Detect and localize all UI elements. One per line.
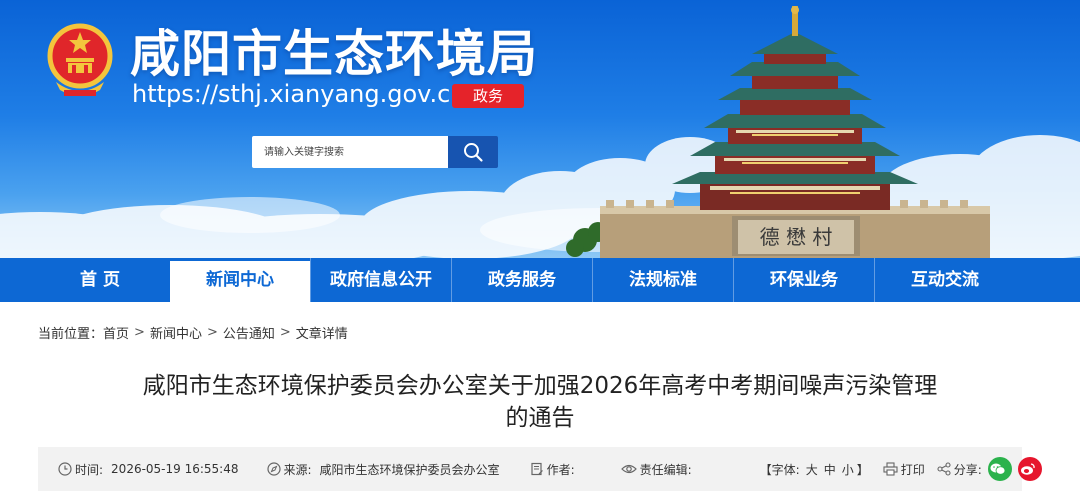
nav-item-news[interactable]: 新闻中心 [170, 258, 310, 302]
breadcrumb-link-notices[interactable]: 公告通知 [223, 323, 275, 342]
publish-time: 时间: 2026-05-19 16:55:48 [58, 461, 239, 478]
nav-item-gov-info[interactable]: 政府信息公开 [311, 258, 451, 302]
national-emblem-icon [47, 23, 113, 96]
main-nav: 首 页 新闻中心 政府信息公开 政务服务 法规标准 环保业务 互动交流 [0, 258, 1080, 302]
share-group: 分享: [937, 457, 1042, 481]
share-wechat-button[interactable] [987, 457, 1012, 481]
breadcrumb-separator: > [134, 325, 145, 340]
font-medium-button[interactable]: 中 [824, 461, 836, 478]
header-banner: 德 懋 村 咸阳市生态环境局 https://sthj.xianyang.gov… [0, 0, 1080, 258]
breadcrumb-current: 文章详情 [295, 327, 348, 342]
author-label: 作者: [546, 462, 575, 477]
article-source: 来源: 咸阳市生态环境保护委员会办公室 [266, 461, 500, 478]
search-button[interactable] [448, 136, 498, 168]
clock-icon [58, 462, 72, 476]
share-icon [937, 462, 951, 476]
article-title: 咸阳市生态环境保护委员会办公室关于加强2026年高考中考期间噪声污染管理 的通告 [60, 370, 1020, 434]
magnifier-icon [464, 143, 483, 162]
article-meta-bar: 时间: 2026-05-19 16:55:48 来源: 咸阳市生态环境保护委员会… [38, 447, 1042, 491]
edit-document-icon [530, 462, 543, 476]
weibo-icon [1021, 463, 1036, 475]
site-title: 咸阳市生态环境局 [130, 25, 538, 83]
article-author: 作者: [530, 461, 583, 478]
wechat-icon [990, 463, 1006, 475]
time-value: 2026-05-19 16:55:48 [111, 462, 239, 476]
eye-icon [620, 464, 637, 474]
site-badge: 政务 [452, 84, 524, 108]
font-large-button[interactable]: 大 [806, 461, 818, 478]
print-label: 打印 [900, 462, 925, 477]
print-button[interactable]: 打印 [883, 461, 925, 478]
nav-item-env-business[interactable]: 环保业务 [734, 258, 874, 302]
breadcrumb-separator: > [206, 325, 218, 340]
font-small-button[interactable]: 小 [842, 461, 854, 478]
printer-icon [883, 462, 898, 476]
compass-icon [266, 462, 281, 476]
nav-item-services[interactable]: 政务服务 [452, 258, 592, 302]
source-value: 咸阳市生态环境保护委员会办公室 [319, 462, 500, 477]
breadcrumb-separator: > [279, 325, 291, 340]
nav-item-home[interactable]: 首 页 [30, 258, 170, 302]
breadcrumb: 当前位置： 首页 > 新闻中心 > 公告通知 > 文章详情 [38, 323, 348, 342]
article-editor: 责任编辑: [620, 461, 700, 478]
article-title-line-1: 咸阳市生态环境保护委员会办公室关于加强2026年高考中考期间噪声污染管理 [142, 373, 938, 399]
search-input[interactable] [252, 136, 448, 168]
share-weibo-button[interactable] [1017, 457, 1042, 481]
nav-item-interaction[interactable]: 互动交流 [875, 258, 1015, 302]
share-label: 分享: [953, 462, 982, 477]
article-title-line-2: 的通告 [505, 405, 575, 431]
breadcrumb-link-news[interactable]: 新闻中心 [150, 323, 202, 342]
nav-item-regulations[interactable]: 法规标准 [593, 258, 733, 302]
gate-plaque: 德 懋 村 [760, 225, 833, 249]
breadcrumb-link-home[interactable]: 首页 [103, 323, 129, 342]
source-label: 来源: [283, 462, 312, 477]
font-label: 【字体: [759, 462, 800, 477]
site-url[interactable]: https://sthj.xianyang.gov.cn/ [132, 80, 474, 108]
breadcrumb-prefix: 当前位置： [38, 327, 104, 342]
time-label: 时间: [75, 462, 104, 477]
font-close: 】 [856, 462, 869, 477]
editor-label: 责任编辑: [639, 462, 692, 477]
font-size-switcher: 【字体: 大 中 小 】 [760, 461, 869, 478]
